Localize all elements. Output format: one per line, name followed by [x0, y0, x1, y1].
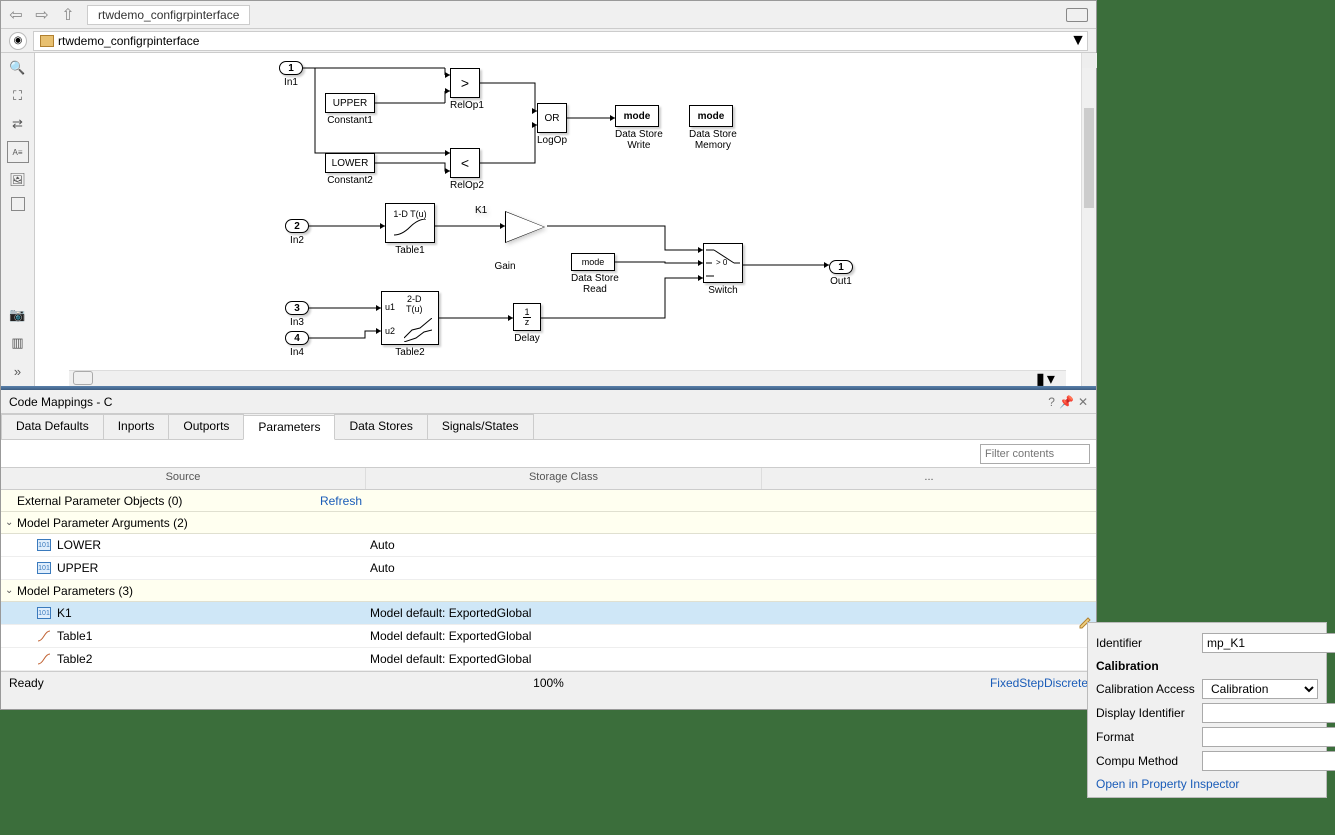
block-in2[interactable]: 2 In2	[285, 219, 309, 246]
tab-inports[interactable]: Inports	[103, 414, 170, 439]
more-tool[interactable]: »	[7, 360, 29, 382]
status-left: Ready	[9, 676, 44, 690]
filter-bar	[1, 440, 1096, 468]
block-in4[interactable]: 4 In4	[285, 331, 309, 358]
identifier-label: Identifier	[1096, 636, 1196, 650]
status-zoom: 100%	[533, 676, 564, 690]
block-constant2[interactable]: LOWER Constant2	[325, 153, 375, 186]
refresh-link[interactable]: Refresh	[320, 494, 362, 508]
calibration-access-label: Calibration Access	[1096, 682, 1196, 696]
help-icon[interactable]: ?	[1048, 395, 1055, 409]
box-tool[interactable]	[11, 197, 25, 211]
open-inspector-link[interactable]: Open in Property Inspector	[1096, 777, 1318, 791]
code-mappings-panel: Code Mappings - C ? 📌 ✕ Data Defaults In…	[1, 390, 1096, 671]
section-external[interactable]: External Parameter Objects (0) Refresh	[1, 490, 1096, 512]
canvas-bottom-bar: ▮▾	[69, 370, 1066, 386]
breadcrumb-dropdown[interactable]: ▼	[1070, 32, 1086, 50]
block-switch[interactable]: > 0 Switch	[703, 243, 743, 296]
block-dsw[interactable]: mode Data Store Write	[615, 105, 663, 151]
table-row[interactable]: 101LOWER Auto	[1, 534, 1096, 557]
keyboard-icon	[1066, 8, 1088, 22]
param-icon: 101	[37, 607, 51, 619]
format-field[interactable]	[1202, 727, 1335, 747]
block-table1[interactable]: 1-D T(u) Table1	[385, 203, 435, 256]
compu-method-label: Compu Method	[1096, 754, 1196, 768]
block-dsr[interactable]: mode Data Store Read	[571, 253, 619, 295]
block-constant1[interactable]: UPPER Constant1	[325, 93, 375, 126]
model-icon	[40, 35, 54, 47]
canvas[interactable]: 1 In1 UPPER Constant1 LOWER Constant2 > …	[35, 53, 1081, 386]
tab-signals-states[interactable]: Signals/States	[427, 414, 534, 439]
display-identifier-label: Display Identifier	[1096, 706, 1196, 720]
status-bar: Ready 100% FixedStepDiscrete	[1, 671, 1096, 693]
snapshot-tool[interactable]: 📷	[7, 304, 29, 326]
code-mappings-tabs: Data Defaults Inports Outports Parameter…	[1, 414, 1096, 440]
tab-outports[interactable]: Outports	[168, 414, 244, 439]
data-browser-icon[interactable]	[73, 371, 93, 385]
image-tool[interactable]: 🖼	[7, 169, 29, 191]
table-row[interactable]: 101K1 Model default: ExportedGlobal	[1, 602, 1096, 625]
annotation-tool[interactable]: A≡	[7, 141, 29, 163]
scrollbar-v[interactable]	[1081, 53, 1096, 386]
table-row[interactable]: 101UPPER Auto	[1, 557, 1096, 580]
code-mappings-header: Code Mappings - C ? 📌 ✕	[1, 390, 1096, 414]
calibration-heading: Calibration	[1096, 659, 1318, 673]
breadcrumb-path[interactable]: rtwdemo_configrpinterface	[33, 31, 1088, 51]
simulink-window: ⇦ ⇨ ⇧ rtwdemo_configrpinterface ◉ rtwdem…	[0, 0, 1097, 710]
pin-icon[interactable]: 📌	[1059, 395, 1074, 409]
status-solver[interactable]: FixedStepDiscrete	[990, 676, 1088, 690]
table-row[interactable]: Table2 Model default: ExportedGlobal	[1, 648, 1096, 671]
identifier-field[interactable]	[1202, 633, 1335, 653]
close-icon[interactable]: ✕	[1078, 395, 1088, 409]
lookup2d-icon	[404, 318, 432, 342]
chevron-down-icon: ⌄	[5, 517, 17, 528]
block-dsm[interactable]: mode Data Store Memory	[689, 105, 737, 151]
chevron-down-icon: ⌄	[5, 585, 17, 596]
table-row[interactable]: Table1 Model default: ExportedGlobal	[1, 625, 1096, 648]
block-relop2[interactable]: < RelOp2	[450, 148, 484, 191]
block-in1[interactable]: 1 In1	[279, 61, 303, 88]
scrollbar-h[interactable]: ▮▾	[1036, 371, 1066, 386]
breadcrumb-bar: ◉ rtwdemo_configrpinterface ▼	[1, 29, 1096, 53]
format-label: Format	[1096, 730, 1196, 744]
list-tool[interactable]: ▥	[7, 332, 29, 354]
fit-tool[interactable]: ⛶	[7, 85, 29, 107]
filter-input[interactable]	[980, 444, 1090, 464]
model-browser-toggle[interactable]: ◉	[9, 32, 27, 50]
calibration-access-select[interactable]: Calibration	[1202, 679, 1318, 699]
table-icon	[37, 653, 51, 665]
property-panel: Identifier Calibration Calibration Acces…	[1087, 622, 1327, 798]
tab-parameters[interactable]: Parameters	[243, 415, 335, 440]
section-arguments[interactable]: ⌄ Model Parameter Arguments (2)	[1, 512, 1096, 534]
section-params[interactable]: ⌄ Model Parameters (3)	[1, 580, 1096, 602]
left-toolbar: 🔍 ⛶ ⇄ A≡ 🖼 📷 ▥ »	[1, 53, 35, 386]
block-in3[interactable]: 3 In3	[285, 301, 309, 328]
param-icon: 101	[37, 562, 51, 574]
tab-data-defaults[interactable]: Data Defaults	[1, 414, 104, 439]
up-button[interactable]: ⇧	[57, 4, 79, 26]
breadcrumb-text: rtwdemo_configrpinterface	[58, 34, 199, 48]
display-identifier-field[interactable]	[1202, 703, 1335, 723]
grid-header: Source Storage Class ...	[1, 468, 1096, 490]
block-logop[interactable]: OR LogOp	[537, 103, 567, 146]
compu-method-field[interactable]	[1202, 751, 1335, 771]
forward-button[interactable]: ⇨	[31, 4, 53, 26]
block-table2[interactable]: u1 u2 2-D T(u) Table2	[381, 291, 439, 358]
toolbar: ⇦ ⇨ ⇧ rtwdemo_configrpinterface	[1, 1, 1096, 29]
table-icon	[37, 630, 51, 642]
block-relop1[interactable]: > RelOp1	[450, 68, 484, 111]
lookup-curve-icon	[392, 219, 428, 237]
arrows-tool[interactable]: ⇄	[7, 113, 29, 135]
zoom-tool[interactable]: 🔍	[7, 57, 29, 79]
param-icon: 101	[37, 539, 51, 551]
block-out1[interactable]: 1 Out1	[829, 260, 853, 287]
tab-data-stores[interactable]: Data Stores	[334, 414, 427, 439]
back-button[interactable]: ⇦	[5, 4, 27, 26]
model-tab[interactable]: rtwdemo_configrpinterface	[87, 5, 250, 25]
block-delay[interactable]: 1 z Delay	[513, 303, 541, 344]
canvas-row: 🔍 ⛶ ⇄ A≡ 🖼 📷 ▥ » 1 In1 UPPER Constant1	[1, 53, 1096, 386]
block-gain[interactable]: K1 Gain	[505, 211, 545, 272]
